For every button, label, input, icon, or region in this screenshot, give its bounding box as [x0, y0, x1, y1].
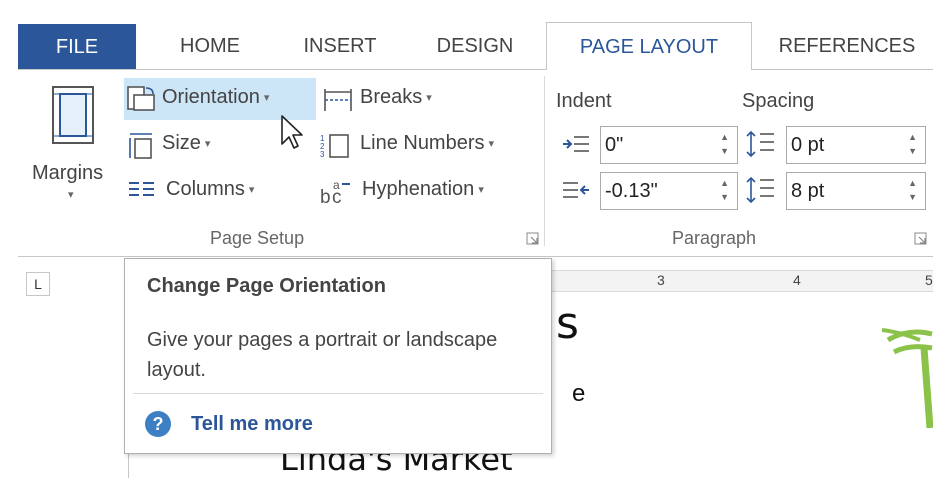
- indent-right-input[interactable]: -0.13" ▲ ▼: [600, 172, 738, 210]
- margins-label: Margins: [32, 162, 104, 184]
- columns-label: Columns: [166, 178, 245, 200]
- svg-text:b: b: [320, 187, 331, 206]
- chevron-down-icon: ▾: [488, 138, 495, 151]
- svg-text:3: 3: [320, 150, 325, 159]
- tab-design[interactable]: DESIGN: [410, 22, 540, 70]
- spacing-after-value: 8 pt: [791, 180, 825, 202]
- ribbon-tab-bar: FILE HOME INSERT DESIGN PAGE LAYOUT REFE…: [0, 0, 933, 70]
- spin-arrows-icon[interactable]: ▲ ▼: [720, 130, 729, 158]
- line-numbers-button[interactable]: 1 2 3 Line Numbers ▾: [320, 126, 530, 164]
- document-line-fragment: e: [572, 380, 586, 407]
- indent-right-value: -0.13": [605, 180, 658, 202]
- page-setup-group-label: Page Setup: [210, 228, 305, 248]
- hyphenation-button[interactable]: b c a Hyphenation ▾: [320, 172, 530, 210]
- tab-home[interactable]: HOME: [150, 22, 270, 70]
- spacing-after-icon: [746, 176, 774, 204]
- orientation-icon: [127, 86, 155, 111]
- tab-page-layout[interactable]: PAGE LAYOUT: [546, 22, 752, 70]
- breaks-icon: [324, 89, 352, 111]
- mouse-cursor-icon: [281, 115, 303, 149]
- dialog-launcher-icon[interactable]: [526, 232, 540, 246]
- orientation-tooltip: Change Page Orientation Give your pages …: [124, 258, 552, 454]
- tooltip-title: Change Page Orientation: [147, 275, 386, 297]
- orientation-button[interactable]: Orientation ▾: [126, 80, 314, 118]
- line-numbers-icon: 1 2 3: [320, 134, 349, 159]
- tab-selector[interactable]: L: [26, 272, 50, 296]
- chevron-down-icon: ▾: [263, 92, 270, 105]
- leaf-decoration-icon: [881, 328, 933, 428]
- line-numbers-label: Line Numbers: [360, 132, 485, 154]
- margins-button[interactable]: Margins ▾: [24, 76, 120, 216]
- spacing-after-input[interactable]: 8 pt ▲ ▼: [786, 172, 926, 210]
- ruler-mark: 4: [793, 272, 801, 288]
- tell-me-more-link[interactable]: Tell me more: [191, 413, 313, 436]
- chevron-down-icon: ▾: [204, 138, 211, 151]
- indent-left-input[interactable]: 0" ▲ ▼: [600, 126, 738, 164]
- breaks-button[interactable]: Breaks ▾: [320, 80, 460, 118]
- tooltip-description: Give your pages a portrait or landscape …: [147, 329, 498, 381]
- chevron-down-icon: ▾: [68, 189, 74, 201]
- help-icon[interactable]: ?: [145, 411, 171, 437]
- breaks-label: Breaks: [360, 86, 423, 108]
- ruler-mark: 5: [925, 272, 933, 288]
- ruler-mark: 3: [657, 272, 665, 288]
- spacing-label: Spacing: [742, 90, 815, 112]
- svg-text:a: a: [333, 178, 340, 192]
- columns-icon: [129, 182, 154, 196]
- indent-left-icon: [563, 136, 589, 152]
- size-icon: [129, 133, 152, 159]
- spacing-before-icon: [746, 130, 774, 158]
- chevron-down-icon: ▾: [248, 184, 255, 197]
- spacing-before-input[interactable]: 0 pt ▲ ▼: [786, 126, 926, 164]
- indent-left-value: 0": [605, 134, 624, 156]
- ribbon-page-layout: Margins ▾ Orientation▾ Size▾ Columns▾: [18, 69, 933, 257]
- orientation-label: Orientation: [162, 86, 260, 108]
- indent-label: Indent: [556, 90, 612, 112]
- tooltip-divider: [133, 393, 543, 394]
- spin-arrows-icon[interactable]: ▲ ▼: [908, 130, 917, 158]
- chevron-down-icon: ▾: [478, 184, 484, 197]
- chevron-down-icon: ▾: [426, 92, 432, 105]
- vertical-ruler-pane: L: [18, 258, 128, 478]
- hyphenation-label: Hyphenation: [362, 178, 475, 200]
- size-button[interactable]: Size ▾: [126, 126, 236, 164]
- group-separator: [544, 76, 545, 246]
- tab-references[interactable]: REFERENCES: [762, 22, 932, 70]
- spin-arrows-icon[interactable]: ▲ ▼: [908, 176, 917, 204]
- hyphenation-icon: b c a: [320, 178, 350, 206]
- indent-right-icon: [563, 182, 589, 198]
- paragraph-group-label: Paragraph: [672, 228, 757, 248]
- tab-file[interactable]: FILE: [18, 24, 136, 70]
- columns-button[interactable]: Columns ▾: [126, 172, 286, 210]
- spin-arrows-icon[interactable]: ▲ ▼: [720, 176, 729, 204]
- document-heading-fragment: s: [556, 298, 579, 349]
- margins-icon: [52, 86, 94, 144]
- tab-insert[interactable]: INSERT: [278, 22, 402, 70]
- dialog-launcher-icon[interactable]: [914, 232, 928, 246]
- spacing-before-value: 0 pt: [791, 134, 825, 156]
- size-label: Size: [162, 132, 201, 154]
